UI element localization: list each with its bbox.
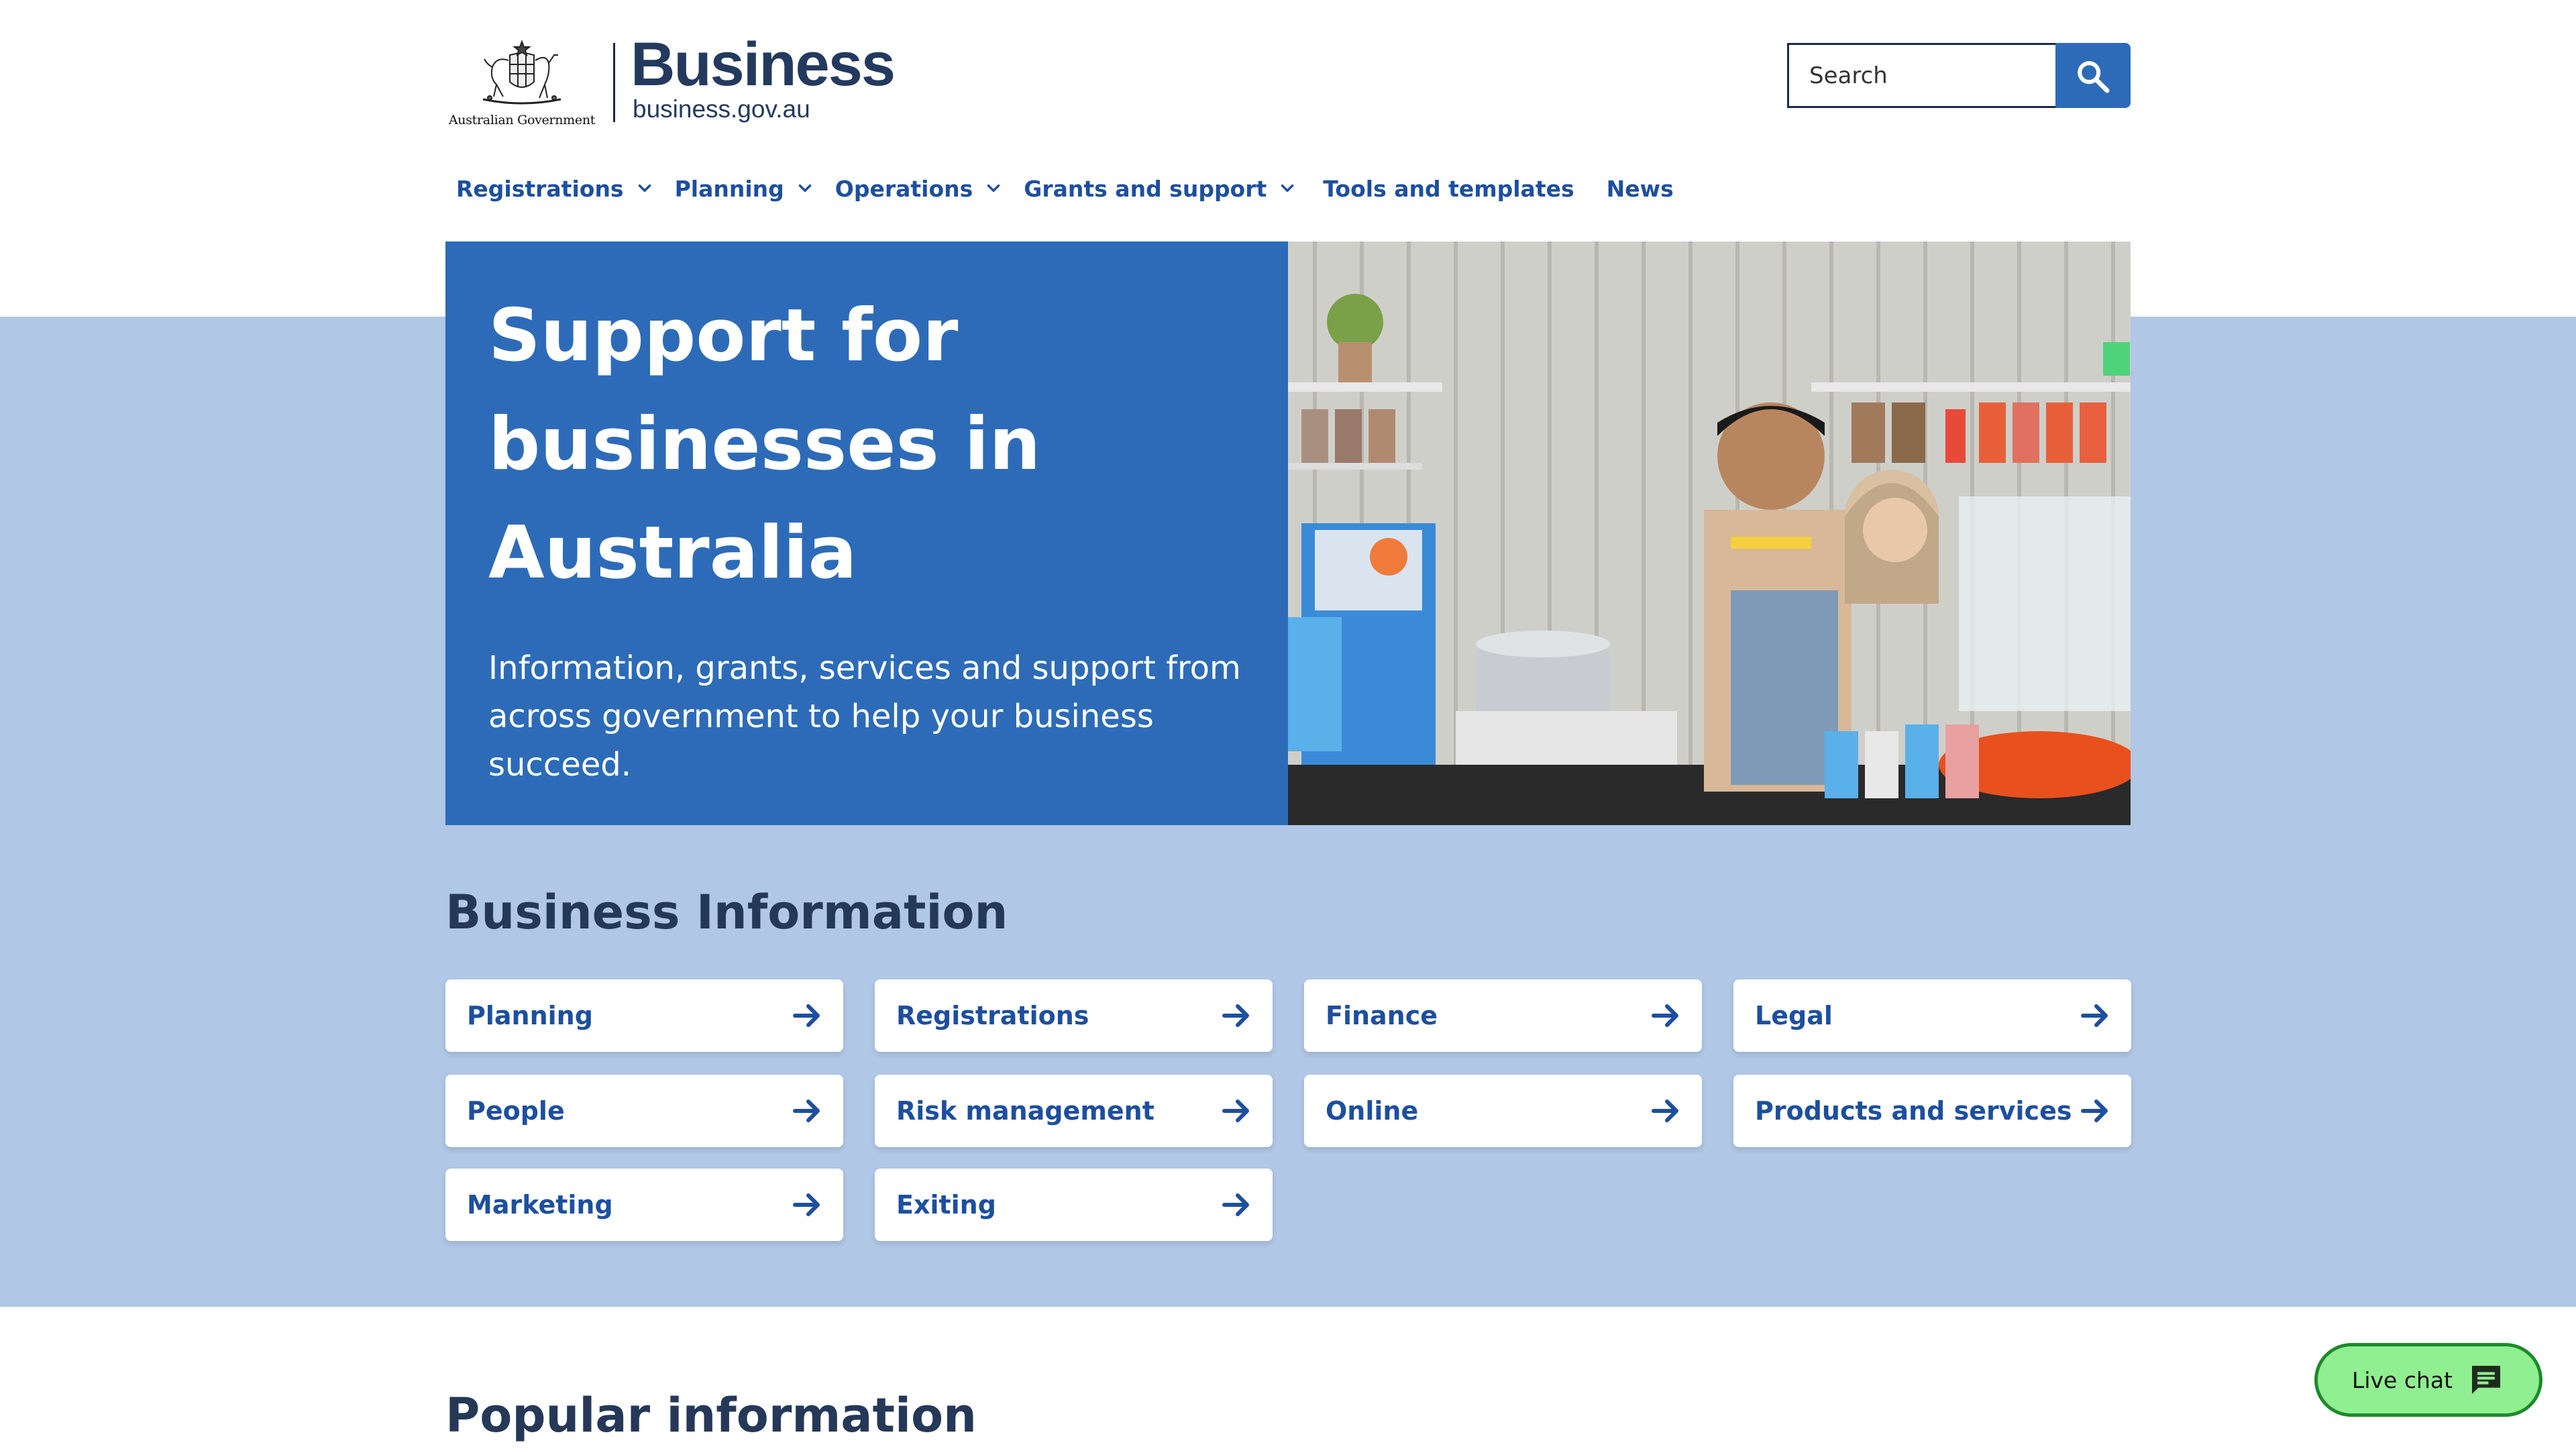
- card-label: Legal: [1755, 1001, 1833, 1030]
- card-online[interactable]: Online: [1304, 1075, 1702, 1147]
- card-registrations[interactable]: Registrations: [875, 979, 1273, 1052]
- arrow-right-icon: [793, 1099, 820, 1122]
- card-label: Marketing: [467, 1190, 613, 1220]
- main-band: Support for businesses in Australia Info…: [0, 241, 2576, 1307]
- logo-divider: [613, 43, 615, 122]
- card-people[interactable]: People: [445, 1075, 843, 1147]
- hero-panel: Support for businesses in Australia Info…: [445, 241, 1288, 825]
- search-input[interactable]: [1787, 43, 2055, 108]
- card-label: Online: [1326, 1096, 1419, 1126]
- nav-item-news[interactable]: News: [1591, 160, 1690, 217]
- arrow-right-icon: [2081, 1099, 2108, 1122]
- popular-information-title: Popular information: [445, 1388, 977, 1443]
- page: Australian Government Business business.…: [0, 0, 2576, 1449]
- government-name: Australian Government: [448, 113, 596, 127]
- nav-item-label: Registrations: [456, 175, 624, 202]
- card-label: Exiting: [896, 1190, 996, 1220]
- site-logo-link[interactable]: Australian Government Business business.…: [445, 34, 896, 127]
- brand-name: Business: [631, 30, 896, 99]
- nav-item-label: Grants and support: [1024, 175, 1267, 202]
- arrow-right-icon: [1652, 1099, 1678, 1122]
- nav-item-tools-and-templates[interactable]: Tools and templates: [1307, 160, 1590, 217]
- card-legal[interactable]: Legal: [1733, 979, 2131, 1052]
- card-label: Registrations: [896, 1001, 1089, 1030]
- arrow-right-icon: [793, 1004, 820, 1027]
- arrow-right-icon: [1222, 1004, 1249, 1027]
- coat-of-arms-icon: Australian Government: [445, 40, 598, 127]
- card-label: Finance: [1326, 1001, 1438, 1030]
- nav-item-operations[interactable]: Operations: [824, 160, 1014, 217]
- main-navigation: Registrations Planning Operations Grants…: [445, 160, 1690, 217]
- card-risk-management[interactable]: Risk management: [875, 1075, 1273, 1147]
- chevron-down-icon: [798, 184, 812, 192]
- hero-subtitle: Information, grants, services and suppor…: [488, 649, 1241, 784]
- chevron-down-icon: [638, 184, 651, 192]
- nav-item-label: Tools and templates: [1323, 175, 1574, 202]
- nav-item-planning[interactable]: Planning: [664, 160, 824, 217]
- nav-item-grants-and-support[interactable]: Grants and support: [1013, 160, 1307, 217]
- chevron-down-icon: [1281, 184, 1294, 192]
- card-finance[interactable]: Finance: [1304, 979, 1702, 1052]
- brand-url: business.gov.au: [633, 95, 810, 123]
- card-planning[interactable]: Planning: [445, 979, 843, 1052]
- business-information-title: Business Information: [445, 885, 1008, 940]
- search-icon: [2078, 61, 2110, 93]
- card-marketing[interactable]: Marketing: [445, 1169, 843, 1241]
- chevron-down-icon: [987, 184, 1000, 192]
- card-label: People: [467, 1096, 565, 1126]
- live-chat-button[interactable]: Live chat: [2314, 1343, 2542, 1417]
- hero-title: Support for businesses in Australia: [488, 294, 1041, 595]
- chat-bubble-icon: [2472, 1366, 2501, 1394]
- card-products-and-services[interactable]: Products and services: [1733, 1075, 2131, 1147]
- arrow-right-icon: [793, 1193, 820, 1216]
- card-label: Planning: [467, 1001, 593, 1030]
- search-form: [1787, 43, 2131, 108]
- arrow-right-icon: [1222, 1099, 1249, 1122]
- nav-item-label: Operations: [835, 175, 973, 202]
- card-label: Products and services: [1755, 1096, 2072, 1126]
- arrow-right-icon: [1652, 1004, 1678, 1027]
- nav-item-label: Planning: [674, 175, 784, 202]
- hero-image: [1288, 241, 2131, 825]
- arrow-right-icon: [2081, 1004, 2108, 1027]
- nav-item-label: News: [1606, 175, 1674, 202]
- search-button[interactable]: [2055, 43, 2131, 108]
- card-label: Risk management: [896, 1096, 1155, 1126]
- live-chat-label: Live chat: [2351, 1366, 2453, 1393]
- arrow-right-icon: [1222, 1193, 1249, 1216]
- nav-item-registrations[interactable]: Registrations: [445, 160, 664, 217]
- card-exiting[interactable]: Exiting: [875, 1169, 1273, 1241]
